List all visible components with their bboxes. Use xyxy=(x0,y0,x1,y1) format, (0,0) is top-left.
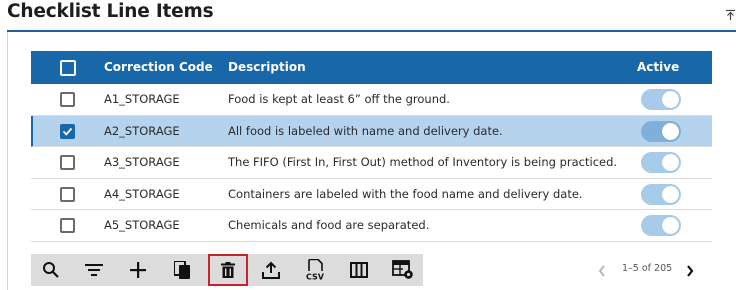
search-icon xyxy=(43,262,59,278)
row-checkbox[interactable] xyxy=(60,186,75,202)
search-button[interactable] xyxy=(33,254,69,286)
row-description: Food is kept at least 6” off the ground. xyxy=(228,92,450,106)
row-code: A5_STORAGE xyxy=(104,218,180,233)
table-row[interactable]: A3_STORAGE The FIFO (First In, First Out… xyxy=(31,147,712,179)
toggle-knob xyxy=(662,122,679,140)
row-code: A1_STORAGE xyxy=(104,92,180,106)
csv-icon: CSV xyxy=(306,259,325,282)
next-page-icon[interactable] xyxy=(685,262,695,280)
delete-button[interactable] xyxy=(208,254,248,286)
filter-icon xyxy=(85,264,103,276)
active-toggle[interactable] xyxy=(641,152,681,174)
filter-button[interactable] xyxy=(76,254,112,286)
row-code: A3_STORAGE xyxy=(104,155,180,170)
table-settings-button[interactable] xyxy=(385,254,421,286)
select-all-checkbox[interactable] xyxy=(60,60,76,76)
row-description: All food is labeled with name and delive… xyxy=(228,123,503,138)
column-header-code[interactable]: Correction Code xyxy=(104,51,213,84)
delete-icon xyxy=(221,261,235,278)
previous-page-icon[interactable] xyxy=(597,262,607,280)
page-header: Checklist Line Items xyxy=(0,0,736,34)
row-description: Chemicals and food are separated. xyxy=(228,218,430,233)
pagination-range: 1–5 of 205 xyxy=(622,263,673,274)
csv-export-button[interactable]: CSV xyxy=(297,254,333,286)
row-checkbox[interactable] xyxy=(60,218,75,234)
table-settings-icon xyxy=(392,260,413,279)
active-toggle[interactable] xyxy=(641,89,681,110)
export-icon xyxy=(262,261,280,279)
row-code: A4_STORAGE xyxy=(104,186,180,201)
page-title: Checklist Line Items xyxy=(7,1,214,22)
table-header: Correction Code Description Active xyxy=(31,51,712,84)
table-row[interactable]: A1_STORAGE Food is kept at least 6” off … xyxy=(31,84,712,116)
row-description: The FIFO (First In, First Out) method of… xyxy=(228,155,618,170)
add-icon xyxy=(130,262,146,278)
line-items-table: Correction Code Description Active A1_ST… xyxy=(31,51,712,242)
checkmark-icon xyxy=(62,127,73,136)
toggle-knob xyxy=(662,217,679,235)
columns-icon xyxy=(350,262,368,278)
export-button[interactable] xyxy=(253,254,289,286)
active-toggle[interactable] xyxy=(641,183,681,205)
row-checkbox[interactable] xyxy=(60,155,75,171)
column-header-active[interactable]: Active xyxy=(637,51,679,84)
grid-toolbar: CSV xyxy=(31,254,423,286)
copy-icon xyxy=(173,260,190,279)
row-code: A2_STORAGE xyxy=(104,123,180,138)
active-toggle[interactable] xyxy=(641,215,681,237)
table-row-selected[interactable]: A2_STORAGE All food is labeled with name… xyxy=(31,115,712,148)
toggle-knob xyxy=(662,154,679,172)
toggle-knob xyxy=(662,91,679,108)
table-row[interactable]: A5_STORAGE Chemicals and food are separa… xyxy=(31,210,712,242)
row-checkbox[interactable] xyxy=(60,92,75,107)
svg-text:CSV: CSV xyxy=(306,273,325,282)
copy-button[interactable] xyxy=(164,254,200,286)
table-row[interactable]: A4_STORAGE Containers are labeled with t… xyxy=(31,178,712,211)
header-divider xyxy=(7,30,736,32)
columns-button[interactable] xyxy=(341,254,377,286)
add-button[interactable] xyxy=(120,254,156,286)
row-description: Containers are labeled with the food nam… xyxy=(228,186,583,201)
column-header-description[interactable]: Description xyxy=(228,51,306,84)
panel-border xyxy=(7,32,8,290)
active-toggle[interactable] xyxy=(641,120,681,142)
row-checkbox-checked[interactable] xyxy=(60,123,75,139)
toggle-knob xyxy=(662,185,679,203)
collapse-up-icon[interactable] xyxy=(725,9,736,21)
